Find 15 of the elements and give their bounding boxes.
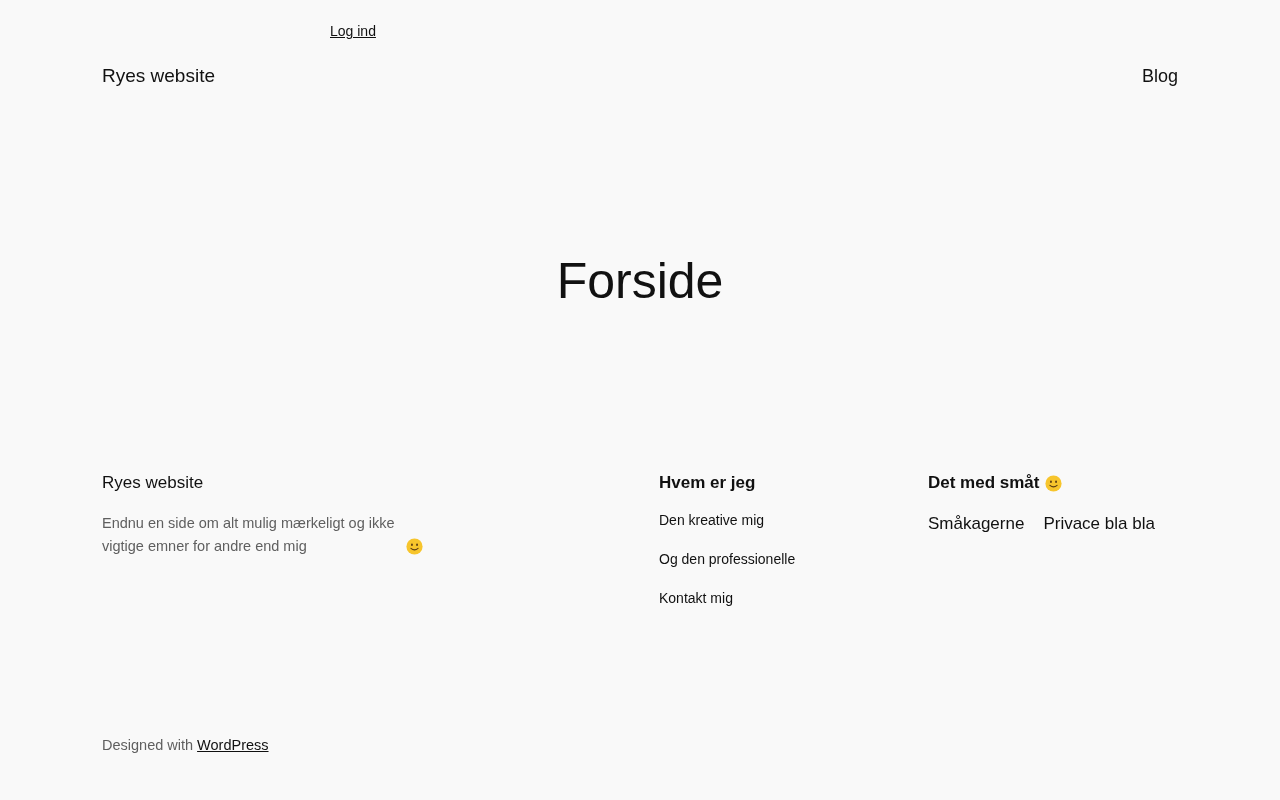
footer-link[interactable]: Privace bla bla bbox=[1043, 512, 1155, 536]
credit-text: Designed with bbox=[102, 736, 194, 755]
nav-link[interactable]: Blog bbox=[1141, 62, 1178, 90]
footer-link[interactable]: Kontakt mig bbox=[659, 588, 733, 608]
site-title-link[interactable]: Ryes website bbox=[102, 62, 215, 90]
footer-link[interactable]: Og den professionelle bbox=[659, 549, 796, 569]
page-title: Forside bbox=[556, 252, 724, 311]
footer-heading: Hvem er jeg bbox=[659, 472, 756, 494]
login-link[interactable]: Log ind bbox=[330, 22, 376, 40]
footer-heading: Det med småt bbox=[928, 472, 1040, 494]
footer-link[interactable]: Den kreative mig bbox=[659, 510, 765, 530]
footer-site-title[interactable]: Ryes website bbox=[102, 470, 204, 496]
footer-link[interactable]: Småkagerne bbox=[928, 512, 1025, 536]
site-description: Endnu en side om alt mulig mærkeligt og ikke vigtige emner for andre end mig bbox=[102, 514, 396, 556]
wordpress-link[interactable]: WordPress bbox=[197, 735, 269, 755]
